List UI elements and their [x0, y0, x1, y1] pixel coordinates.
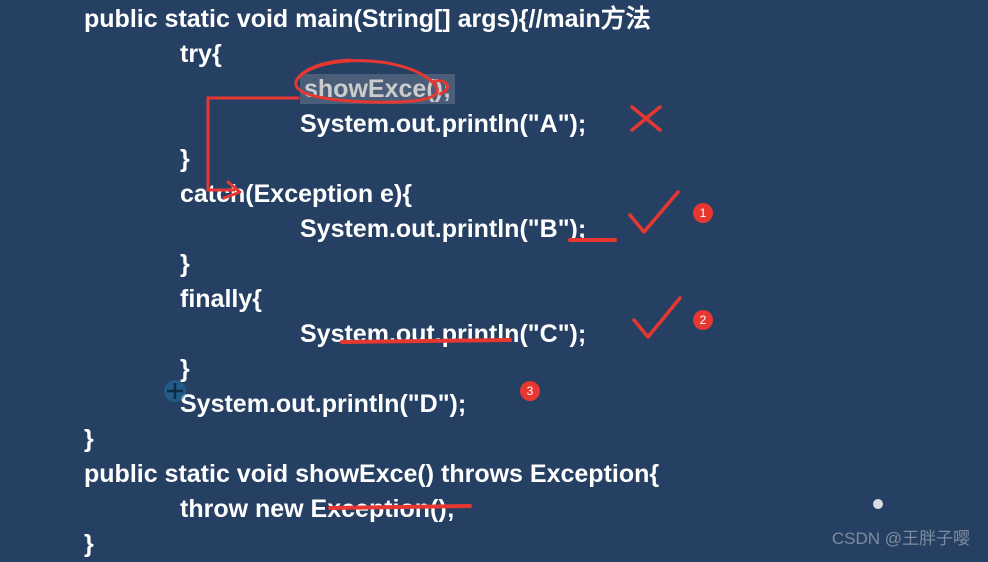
- badge-1: 1: [693, 203, 713, 223]
- code-line-3: showExce();: [0, 72, 988, 107]
- code-text: }: [84, 425, 94, 453]
- nav-dot-icon: [873, 499, 883, 509]
- badge-2: 2: [693, 310, 713, 330]
- code-text: try{: [180, 40, 222, 68]
- code-comment: //main方法: [529, 5, 651, 33]
- highlighted-call: showExce();: [300, 74, 455, 104]
- code-line-7: System.out.println("B");: [0, 212, 988, 247]
- code-line-9: finally{: [0, 282, 988, 317]
- code-line-6: catch(Exception e){: [0, 177, 988, 212]
- code-text: }: [84, 530, 94, 558]
- code-line-1: public static void main(String[] args){/…: [0, 2, 988, 37]
- code-text: System.out.println("C");: [300, 320, 586, 348]
- code-line-2: try{: [0, 37, 988, 72]
- code-line-15: throw new Exception();: [0, 492, 988, 527]
- code-text: }: [180, 250, 190, 278]
- code-text: System.out.println("A");: [300, 110, 586, 138]
- code-text: catch(Exception e){: [180, 180, 412, 208]
- code-line-11: }: [0, 352, 988, 387]
- code-line-5: }: [0, 142, 988, 177]
- code-text: }: [180, 145, 190, 173]
- code-text: public static void main(String[] args){: [84, 5, 529, 33]
- code-text: public static void showExce() throws Exc…: [84, 460, 659, 488]
- code-text: System.out.println("D");: [180, 390, 466, 418]
- code-line-14: public static void showExce() throws Exc…: [0, 457, 988, 492]
- code-text: throw new Exception();: [180, 495, 455, 523]
- code-text: finally{: [180, 285, 262, 313]
- code-line-12: System.out.println("D");: [0, 387, 988, 422]
- code-text: System.out.println("B");: [300, 215, 586, 243]
- badge-3: 3: [520, 381, 540, 401]
- code-line-13: }: [0, 422, 988, 457]
- code-line-8: }: [0, 247, 988, 282]
- watermark-text: CSDN @王胖子嘤: [832, 524, 970, 549]
- code-line-10: System.out.println("C");: [0, 317, 988, 352]
- cursor-crosshair-icon: [162, 378, 188, 404]
- code-line-4: System.out.println("A");: [0, 107, 988, 142]
